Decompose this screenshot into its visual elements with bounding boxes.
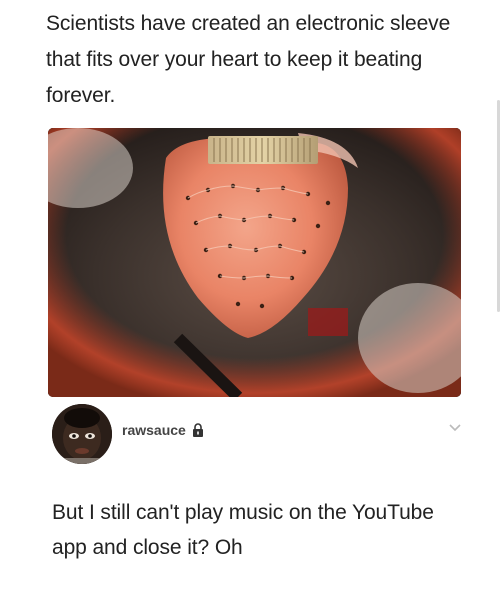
author-info: rawsauce xyxy=(122,422,204,438)
post-author-row: rawsauce xyxy=(52,402,468,472)
author-username[interactable]: rawsauce xyxy=(122,422,186,438)
avatar[interactable] xyxy=(52,404,112,464)
lock-icon xyxy=(192,423,204,437)
post-headline: Scientists have created an electronic sl… xyxy=(46,12,451,107)
heart-sleeve-photo xyxy=(48,128,461,397)
reply-text: But I still can't play music on the YouT… xyxy=(52,501,434,559)
chevron-down-icon[interactable] xyxy=(448,420,462,434)
